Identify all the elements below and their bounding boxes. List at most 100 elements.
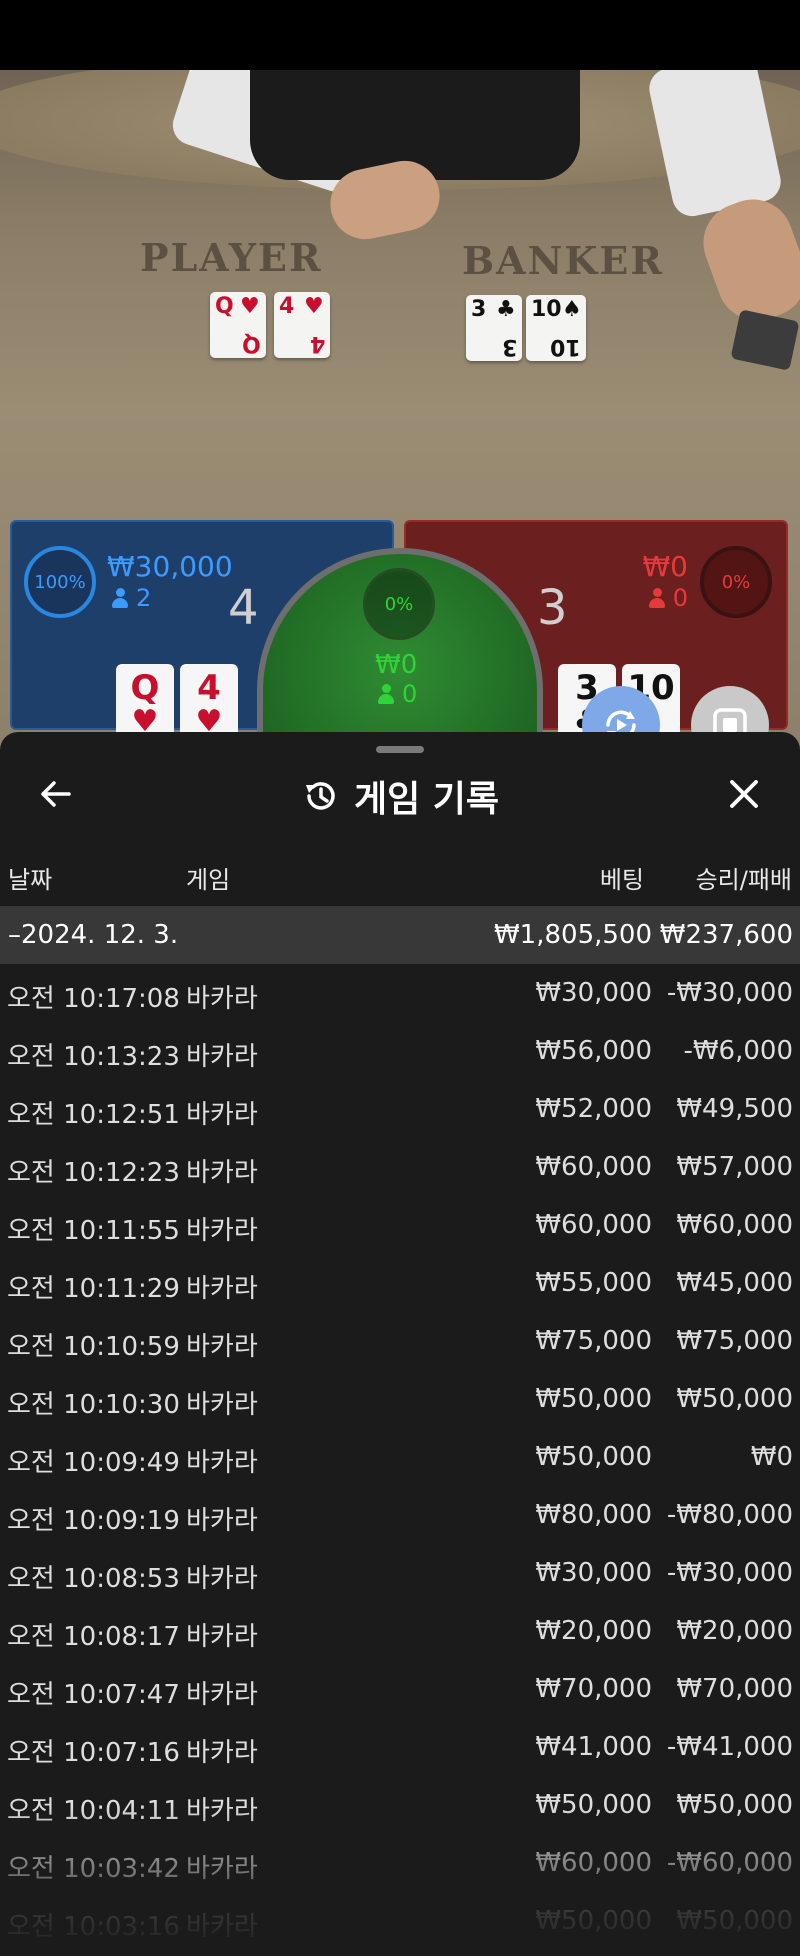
row-win-loss: -₩30,000 bbox=[666, 978, 793, 1008]
row-win-loss: -₩41,000 bbox=[666, 1732, 793, 1762]
row-time: 오전 10:11:55 bbox=[7, 1216, 180, 1246]
row-game: 바카라 bbox=[186, 1216, 258, 1246]
summary-win-loss-total: ₩237,600 bbox=[659, 920, 793, 950]
row-win-loss: -₩30,000 bbox=[666, 1558, 793, 1588]
history-row[interactable]: 오전 10:09:49 바카라 ₩50,000 ₩0 bbox=[0, 1428, 800, 1486]
row-game: 바카라 bbox=[186, 1158, 258, 1188]
game-history-sheet: 게임 기록 날짜 게임 베팅 승리/패배 –2024. 12. 3. ₩1,80… bbox=[0, 732, 800, 1956]
row-game: 바카라 bbox=[186, 1912, 258, 1942]
row-time: 오전 10:17:08 bbox=[7, 984, 180, 1014]
row-game: 바카라 bbox=[186, 1390, 258, 1420]
row-game: 바카라 bbox=[186, 1274, 258, 1304]
history-row[interactable]: 오전 10:08:17 바카라 ₩20,000 ₩20,000 bbox=[0, 1602, 800, 1660]
row-game: 바카라 bbox=[186, 984, 258, 1014]
table-banker-card-2: 10 ♠ 10 bbox=[526, 295, 586, 361]
row-game: 바카라 bbox=[186, 1738, 258, 1768]
row-win-loss: ₩70,000 bbox=[676, 1674, 793, 1704]
history-icon bbox=[306, 782, 335, 810]
sheet-drag-handle[interactable] bbox=[376, 746, 424, 753]
row-bet: ₩75,000 bbox=[535, 1326, 652, 1356]
history-row[interactable]: 오전 10:11:29 바카라 ₩55,000 ₩45,000 bbox=[0, 1254, 800, 1312]
row-time: 오전 10:10:30 bbox=[7, 1390, 180, 1420]
row-bet: ₩50,000 bbox=[535, 1384, 652, 1414]
banker-bet-amount: ₩0 bbox=[642, 550, 689, 583]
row-win-loss: ₩49,500 bbox=[676, 1094, 793, 1124]
row-win-loss: ₩50,000 bbox=[676, 1790, 793, 1820]
row-game: 바카라 bbox=[186, 1042, 258, 1072]
row-time: 오전 10:07:16 bbox=[7, 1738, 180, 1768]
history-list: 오전 10:17:08 바카라 ₩30,000 -₩30,000 오전 10:13:23… bbox=[0, 964, 800, 1950]
row-time: 오전 10:08:17 bbox=[7, 1622, 180, 1652]
row-win-loss: ₩60,000 bbox=[676, 1210, 793, 1240]
row-win-loss: ₩50,000 bbox=[676, 1384, 793, 1414]
row-game: 바카라 bbox=[186, 1564, 258, 1594]
close-icon bbox=[730, 780, 758, 808]
history-row[interactable]: 오전 10:04:11 바카라 ₩50,000 ₩50,000 bbox=[0, 1776, 800, 1834]
status-bar bbox=[0, 0, 800, 70]
tie-percent-ring: 0% bbox=[363, 568, 435, 640]
history-row[interactable]: 오전 10:10:59 바카라 ₩75,000 ₩75,000 bbox=[0, 1312, 800, 1370]
row-bet: ₩20,000 bbox=[535, 1616, 652, 1646]
row-bet: ₩60,000 bbox=[535, 1152, 652, 1182]
row-bet: ₩60,000 bbox=[535, 1848, 652, 1878]
row-bet: ₩60,000 bbox=[535, 1210, 652, 1240]
history-row[interactable]: 오전 10:10:30 바카라 ₩50,000 ₩50,000 bbox=[0, 1370, 800, 1428]
history-row[interactable]: 오전 10:17:08 바카라 ₩30,000 -₩30,000 bbox=[0, 964, 800, 1022]
player-percent-ring: 100% bbox=[24, 546, 96, 618]
column-header-win-loss: 승리/패배 bbox=[695, 866, 792, 894]
history-row[interactable]: 오전 10:13:23 바카라 ₩56,000 -₩6,000 bbox=[0, 1022, 800, 1080]
close-button[interactable] bbox=[724, 774, 764, 814]
row-bet: ₩41,000 bbox=[535, 1732, 652, 1762]
row-win-loss: -₩6,000 bbox=[683, 1036, 793, 1066]
history-row[interactable]: 오전 10:07:47 바카라 ₩70,000 ₩70,000 bbox=[0, 1660, 800, 1718]
row-time: 오전 10:03:42 bbox=[7, 1854, 180, 1884]
history-row[interactable]: 오전 10:11:55 바카라 ₩60,000 ₩60,000 bbox=[0, 1196, 800, 1254]
history-row[interactable]: 오전 10:12:23 바카라 ₩60,000 ₩57,000 bbox=[0, 1138, 800, 1196]
date-summary-row[interactable]: –2024. 12. 3. ₩1,805,500 ₩237,600 bbox=[0, 906, 800, 964]
arrow-left-icon bbox=[41, 781, 71, 807]
row-game: 바카라 bbox=[186, 1332, 258, 1362]
sheet-title-text: 게임 기록 bbox=[354, 779, 500, 820]
table-banker-card-1: 3 ♣ 3 bbox=[466, 295, 522, 361]
history-row[interactable]: 오전 10:07:16 바카라 ₩41,000 -₩41,000 bbox=[0, 1718, 800, 1776]
history-row[interactable]: 오전 10:12:51 바카라 ₩52,000 ₩49,500 bbox=[0, 1080, 800, 1138]
row-win-loss: ₩0 bbox=[750, 1442, 793, 1472]
row-win-loss: ₩75,000 bbox=[676, 1326, 793, 1356]
row-win-loss: -₩80,000 bbox=[666, 1500, 793, 1530]
row-bet: ₩80,000 bbox=[535, 1500, 652, 1530]
row-bet: ₩50,000 bbox=[535, 1442, 652, 1472]
person-icon bbox=[112, 588, 128, 608]
history-row[interactable]: 오전 10:09:19 바카라 ₩80,000 -₩80,000 bbox=[0, 1486, 800, 1544]
history-row[interactable]: 오전 10:08:53 바카라 ₩30,000 -₩30,000 bbox=[0, 1544, 800, 1602]
column-header-game: 게임 bbox=[186, 866, 231, 894]
history-row[interactable]: 오전 10:03:42 바카라 ₩60,000 -₩60,000 bbox=[0, 1834, 800, 1892]
row-game: 바카라 bbox=[186, 1622, 258, 1652]
table-banker-label: BANKER bbox=[462, 238, 664, 283]
back-button[interactable] bbox=[36, 774, 76, 814]
row-time: 오전 10:09:49 bbox=[7, 1448, 180, 1478]
row-game: 바카라 bbox=[186, 1100, 258, 1130]
row-game: 바카라 bbox=[186, 1680, 258, 1710]
tie-bettor-count: 0 bbox=[378, 680, 417, 708]
row-time: 오전 10:03:16 bbox=[7, 1912, 180, 1942]
summary-bet-total: ₩1,805,500 bbox=[493, 920, 652, 950]
row-time: 오전 10:07:47 bbox=[7, 1680, 180, 1710]
row-game: 바카라 bbox=[186, 1448, 258, 1478]
banker-score: 3 bbox=[537, 580, 568, 636]
row-win-loss: ₩45,000 bbox=[676, 1268, 793, 1298]
summary-date: –2024. 12. 3. bbox=[8, 920, 179, 950]
row-time: 오전 10:10:59 bbox=[7, 1332, 180, 1362]
player-bet-amount: ₩30,000 bbox=[107, 550, 233, 583]
table-player-card-2: 4 ♥ 4 bbox=[274, 292, 330, 358]
row-time: 오전 10:04:11 bbox=[7, 1796, 180, 1826]
row-time: 오전 10:13:23 bbox=[7, 1042, 180, 1072]
banker-percent-ring: 0% bbox=[700, 546, 772, 618]
person-icon bbox=[378, 684, 394, 704]
row-time: 오전 10:12:51 bbox=[7, 1100, 180, 1130]
row-bet: ₩30,000 bbox=[535, 1558, 652, 1588]
person-icon bbox=[648, 588, 665, 608]
row-time: 오전 10:08:53 bbox=[7, 1564, 180, 1594]
row-time: 오전 10:12:23 bbox=[7, 1158, 180, 1188]
history-row[interactable]: 오전 10:03:16 바카라 ₩50,000 ₩50,000 bbox=[0, 1892, 800, 1950]
row-win-loss: -₩60,000 bbox=[666, 1848, 793, 1878]
